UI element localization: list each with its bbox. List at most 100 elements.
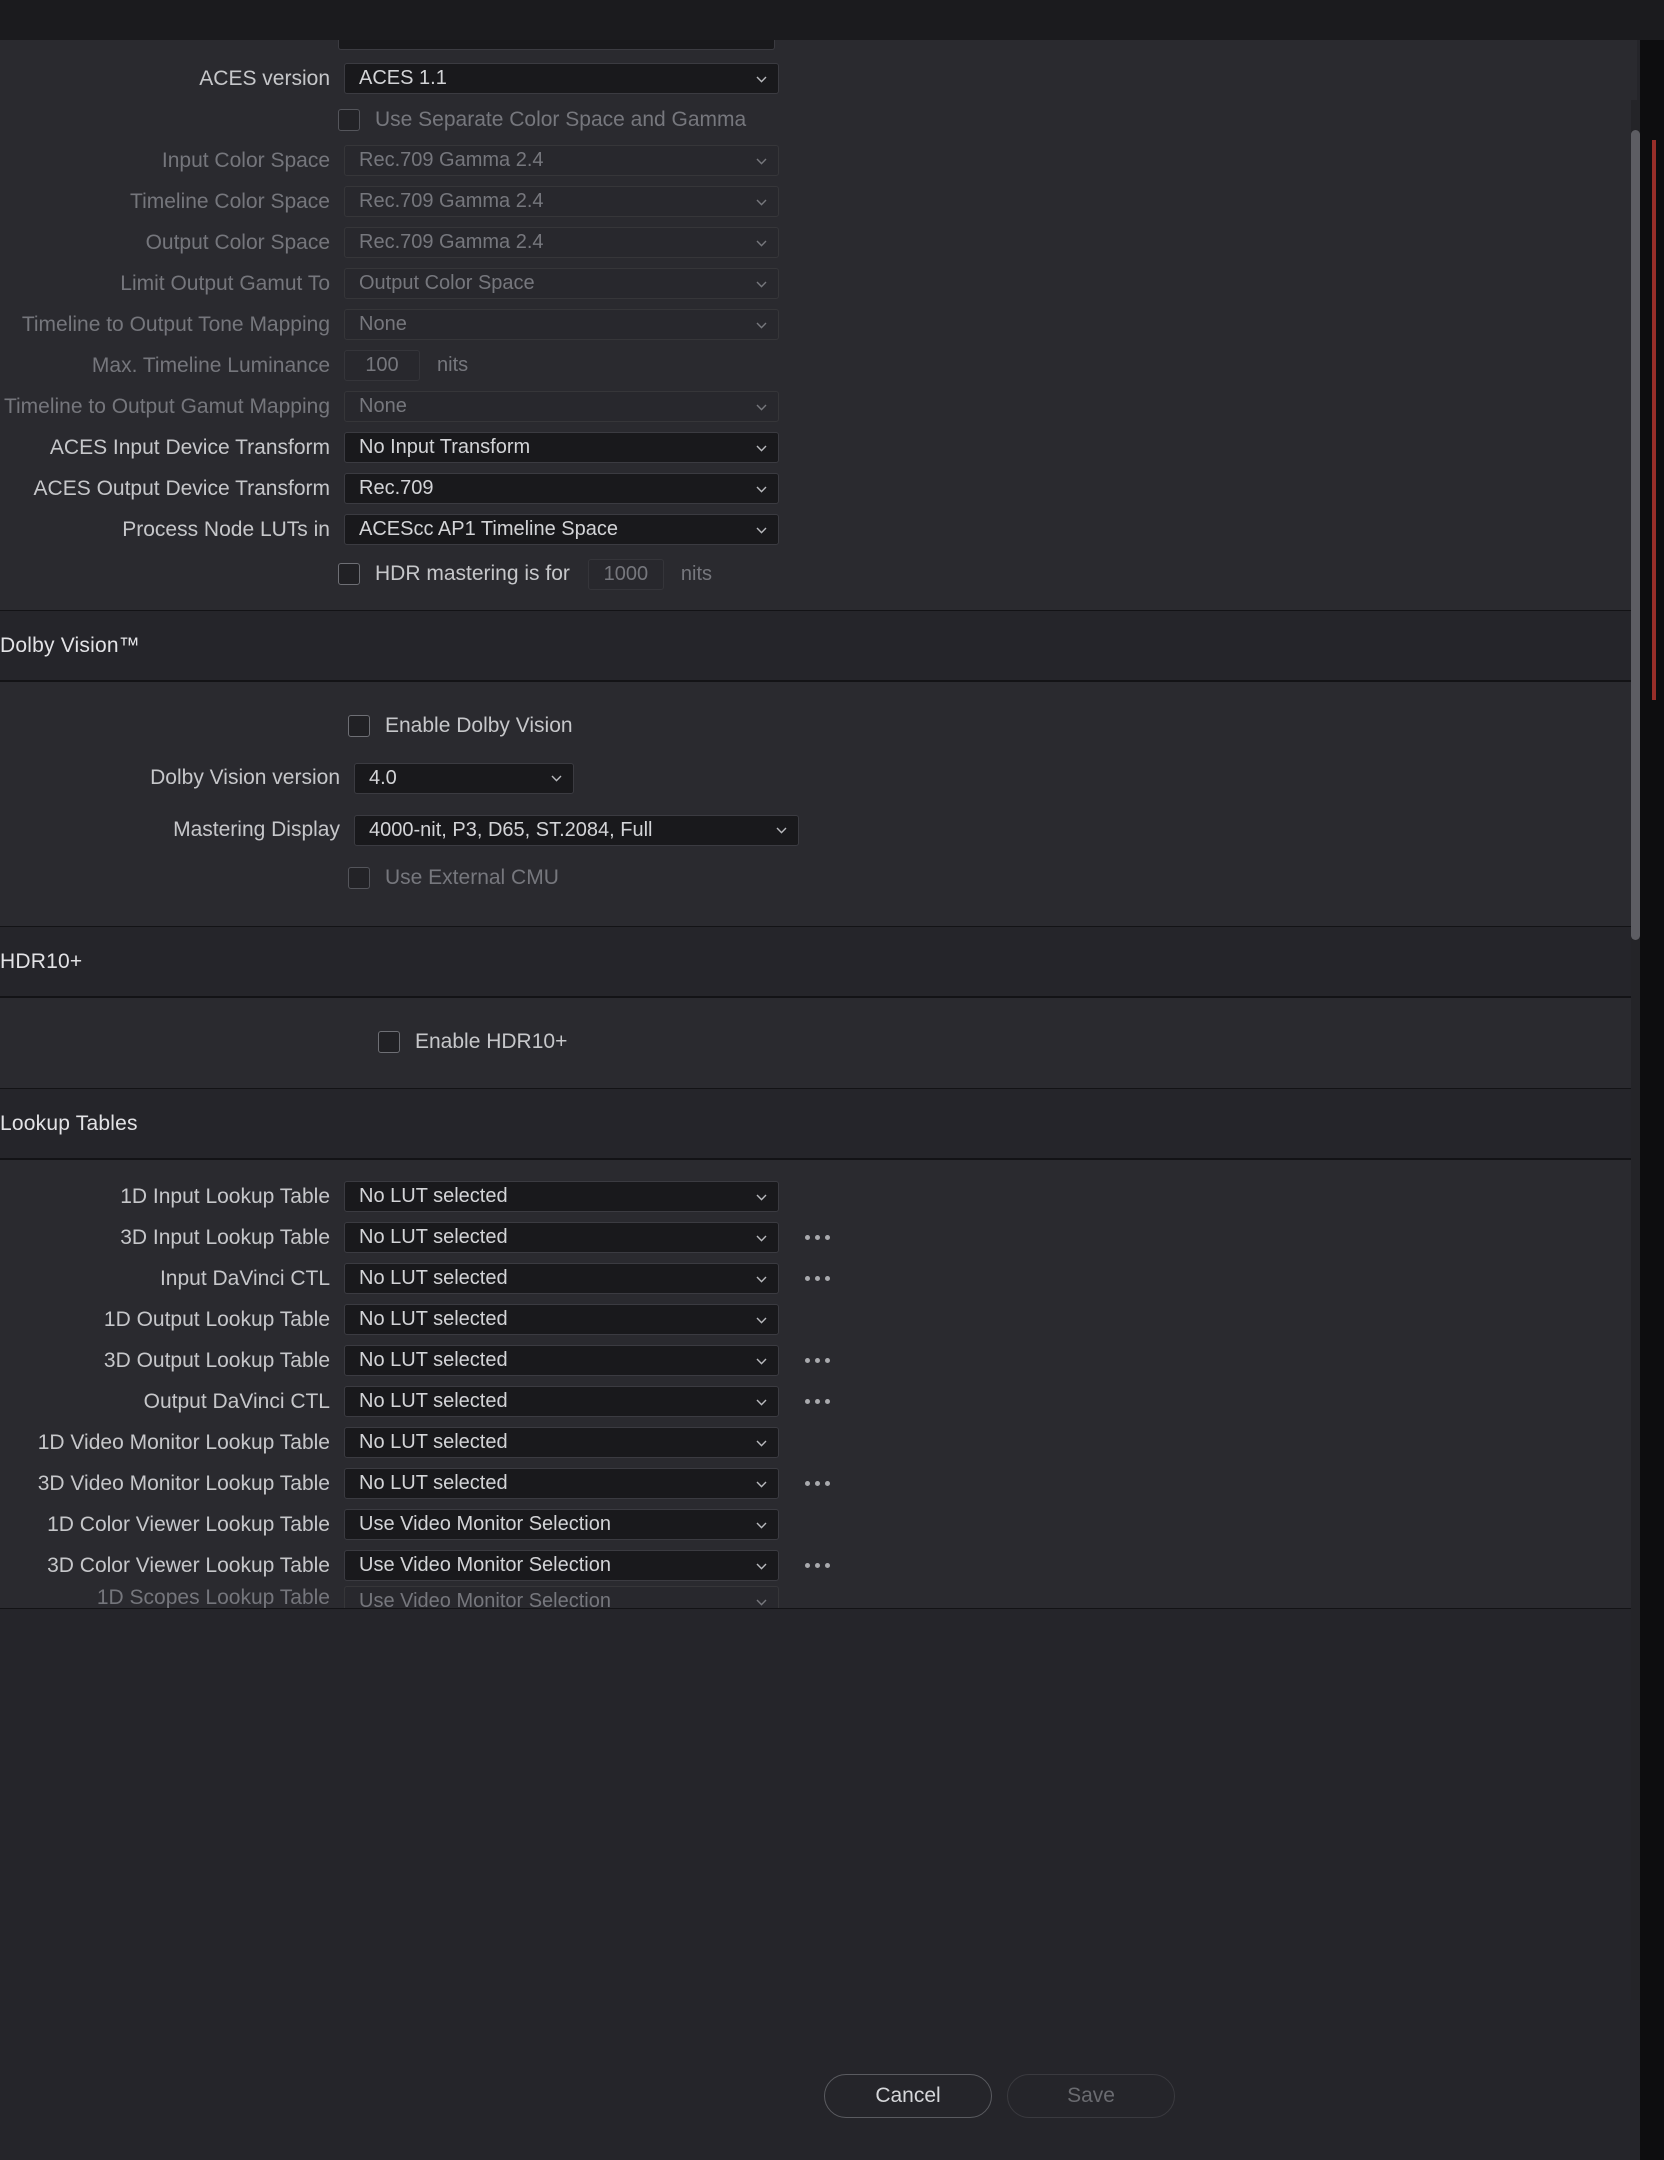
save-button[interactable]: Save [1007,2074,1175,2118]
row-tone-mapping: Timeline to Output Tone Mapping None [0,304,1637,345]
browse-lut-3d-color-viewer-button[interactable] [795,1552,839,1580]
browse-lut-3d-input-button[interactable] [795,1224,839,1252]
chevron-down-icon [756,1276,767,1283]
select-aces-idt[interactable]: No Input Transform [344,432,779,463]
row-process-node-luts: Process Node LUTs in ACEScc AP1 Timeline… [0,509,1637,550]
browse-input-davinci-ctl-button[interactable] [795,1265,839,1293]
lookup-tables-panel: 1D Input Lookup Table No LUT selected 3D… [0,1159,1637,1609]
label-limit-output-gamut: Limit Output Gamut To [120,271,330,295]
checkbox-use-separate-colorspace[interactable] [338,108,360,131]
checkbox-enable-hdr10plus[interactable] [378,1031,400,1053]
label-tone-mapping: Timeline to Output Tone Mapping [21,312,330,336]
chevron-down-icon [756,404,767,411]
value-output-color-space: Rec.709 Gamma 2.4 [359,231,544,253]
chevron-down-icon [756,322,767,329]
select-timeline-color-space[interactable]: Rec.709 Gamma 2.4 [344,186,779,217]
select-input-color-space[interactable]: Rec.709 Gamma 2.4 [344,145,779,176]
label-lut-3d-input: 3D Input Lookup Table [120,1225,330,1249]
chevron-down-icon [756,281,767,288]
label-lut-3d-video-monitor: 3D Video Monitor Lookup Table [37,1471,330,1495]
select-lut-1d-input[interactable]: No LUT selected [344,1181,779,1212]
window-title-bar [0,0,1664,40]
select-aces-version[interactable]: ACES 1.1 [344,63,779,94]
value-lut-3d-color-viewer: Use Video Monitor Selection [359,1554,611,1576]
chevron-down-icon [756,445,767,452]
label-lut-1d-color-viewer: 1D Color Viewer Lookup Table [47,1512,330,1536]
select-lut-1d-output[interactable]: No LUT selected [344,1304,779,1335]
select-gamut-mapping[interactable]: None [344,391,779,422]
select-process-node-luts[interactable]: ACEScc AP1 Timeline Space [344,514,779,545]
select-input-davinci-ctl[interactable]: No LUT selected [344,1263,779,1294]
row-enable-dolby-vision[interactable]: Enable Dolby Vision [0,700,1637,752]
label-use-separate-colorspace: Use Separate Color Space and Gamma [375,107,747,131]
select-lut-3d-color-viewer[interactable]: Use Video Monitor Selection [344,1550,779,1581]
checkbox-use-external-cmu[interactable] [348,867,370,889]
settings-scrollbar-thumb[interactable] [1631,130,1640,940]
row-timeline-color-space: Timeline Color Space Rec.709 Gamma 2.4 [0,181,1637,222]
select-dolby-vision-version[interactable]: 4.0 [354,762,574,794]
label-aces-version: ACES version [199,66,330,90]
value-aces-idt: No Input Transform [359,436,531,458]
select-aces-odt[interactable]: Rec.709 [344,473,779,504]
label-lut-1d-output: 1D Output Lookup Table [103,1307,330,1331]
label-process-node-luts: Process Node LUTs in [122,517,330,541]
row-lut-1d-output: 1D Output Lookup Table No LUT selected [0,1299,1637,1340]
chevron-down-icon [756,199,767,206]
checkbox-hdr-mastering[interactable] [338,563,360,585]
select-tone-mapping[interactable]: None [344,309,779,340]
select-output-davinci-ctl[interactable]: No LUT selected [344,1386,779,1417]
select-lut-1d-video-monitor[interactable]: No LUT selected [344,1427,779,1458]
input-hdr-mastering-nits[interactable]: 1000 [587,558,664,590]
row-mastering-display: Mastering Display 4000-nit, P3, D65, ST.… [0,804,1637,856]
dialog-footer: Cancel Save [0,2030,1640,2160]
select-lut-1d-color-viewer[interactable]: Use Video Monitor Selection [344,1509,779,1540]
row-aces-odt: ACES Output Device Transform Rec.709 [0,468,1637,509]
cancel-button[interactable]: Cancel [824,2074,992,2118]
select-lut-3d-output[interactable]: No LUT selected [344,1345,779,1376]
clipped-field-above [338,40,775,50]
select-output-color-space[interactable]: Rec.709 Gamma 2.4 [344,227,779,258]
chevron-down-icon [756,1599,767,1606]
chevron-down-icon [756,158,767,165]
row-dolby-vision-version: Dolby Vision version 4.0 [0,752,1637,804]
row-gamut-mapping: Timeline to Output Gamut Mapping None [0,386,1637,427]
chevron-down-icon [756,1358,767,1365]
section-title-dolby-vision: Dolby Vision™ [0,633,140,657]
row-lut-1d-scopes: 1D Scopes Lookup Table Use Video Monitor… [0,1586,1637,1608]
label-hdr-mastering: HDR mastering is for [375,562,570,585]
value-limit-output-gamut: Output Color Space [359,272,535,294]
row-enable-hdr10plus[interactable]: Enable HDR10+ [0,1020,1637,1064]
chevron-down-icon [756,1194,767,1201]
browse-output-davinci-ctl-button[interactable] [795,1388,839,1416]
label-aces-odt: ACES Output Device Transform [33,476,330,500]
chevron-down-icon [756,1522,767,1529]
chevron-down-icon [551,775,562,782]
select-lut-3d-video-monitor[interactable]: No LUT selected [344,1468,779,1499]
label-input-color-space: Input Color Space [161,148,330,172]
select-lut-3d-input[interactable]: No LUT selected [344,1222,779,1253]
select-limit-output-gamut[interactable]: Output Color Space [344,268,779,299]
checkbox-enable-dolby-vision[interactable] [348,715,370,737]
value-output-davinci-ctl: No LUT selected [359,1390,508,1412]
color-management-rows: ACES version ACES 1.1 Use Separate Color… [0,40,1637,610]
label-input-davinci-ctl: Input DaVinci CTL [159,1266,330,1290]
chevron-down-icon [756,1440,767,1447]
value-input-davinci-ctl: No LUT selected [359,1267,508,1289]
input-max-timeline-luminance[interactable]: 100 [344,350,420,381]
value-lut-1d-output: No LUT selected [359,1308,508,1330]
label-max-timeline-luminance: Max. Timeline Luminance [91,353,330,377]
value-mastering-display: 4000-nit, P3, D65, ST.2084, Full [369,818,653,841]
value-tone-mapping: None [359,313,407,335]
select-mastering-display[interactable]: 4000-nit, P3, D65, ST.2084, Full [354,814,799,846]
value-lut-3d-input: No LUT selected [359,1226,508,1248]
settings-scroll-area: ACES version ACES 1.1 Use Separate Color… [0,40,1640,2030]
browse-lut-3d-output-button[interactable] [795,1347,839,1375]
select-lut-1d-scopes[interactable]: Use Video Monitor Selection [344,1586,779,1608]
browse-lut-3d-video-monitor-button[interactable] [795,1470,839,1498]
value-lut-3d-output: No LUT selected [359,1349,508,1371]
value-lut-3d-video-monitor: No LUT selected [359,1472,508,1494]
unit-max-timeline-luminance: nits [437,354,469,376]
row-use-separate-colorspace[interactable]: Use Separate Color Space and Gamma [0,99,1637,140]
row-use-external-cmu[interactable]: Use External CMU [0,856,1637,900]
chevron-down-icon [756,1235,767,1242]
